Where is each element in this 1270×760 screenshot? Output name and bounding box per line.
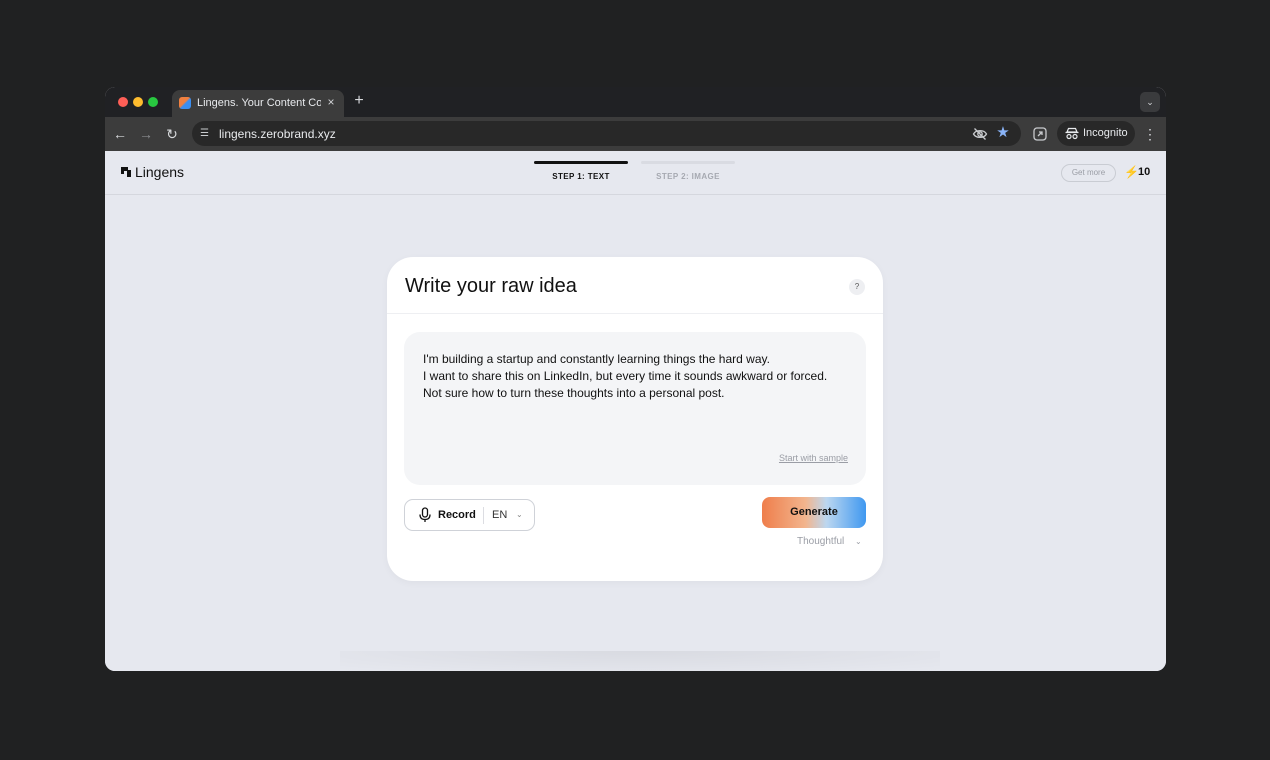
tab-title: Lingens. Your Content Copilot <box>197 97 321 109</box>
browser-toolbar: ← → ↻ ☰ lingens.zerobrand.xyz ★ Incognit… <box>105 117 1166 151</box>
tab-close-icon[interactable]: × <box>324 95 338 109</box>
divider <box>387 313 883 314</box>
step-progress-bar <box>641 161 735 164</box>
step-label: STEP 2: IMAGE <box>656 172 720 181</box>
tone-select[interactable]: Thoughtful <box>797 536 844 547</box>
step-progress-bar <box>534 161 628 164</box>
record-control[interactable]: Record EN ⌄ <box>404 499 535 531</box>
lightning-bolt-icon: ⚡ <box>1124 165 1139 179</box>
bookmark-star-icon[interactable]: ★ <box>995 124 1011 142</box>
chevron-down-icon[interactable]: ⌄ <box>855 537 862 546</box>
close-window-button[interactable] <box>118 97 128 107</box>
chevron-down-icon[interactable]: ⌄ <box>516 510 523 519</box>
idea-textarea[interactable]: I'm building a startup and constantly le… <box>404 332 866 485</box>
back-arrow-icon[interactable]: ← <box>110 124 130 144</box>
tab-strip: Lingens. Your Content Copilot × + ⌄ <box>105 87 1166 117</box>
url-text: lingens.zerobrand.xyz <box>219 127 336 141</box>
microphone-icon <box>419 507 431 522</box>
record-button-label: Record <box>438 509 476 521</box>
maximize-window-button[interactable] <box>148 97 158 107</box>
app-page: Lingens STEP 1: TEXT STEP 2: IMAGE Get m… <box>105 151 1166 671</box>
idea-text: I'm building a startup and constantly le… <box>423 352 828 400</box>
lingens-favicon-icon <box>179 97 191 109</box>
eye-slash-icon[interactable] <box>972 126 988 142</box>
step-text[interactable]: STEP 1: TEXT <box>534 161 628 181</box>
app-header: Lingens STEP 1: TEXT STEP 2: IMAGE Get m… <box>105 151 1166 195</box>
browser-window: Lingens. Your Content Copilot × + ⌄ ← → … <box>105 87 1166 671</box>
credits-count: 10 <box>1138 166 1151 178</box>
generate-button[interactable]: Generate <box>762 497 866 528</box>
help-button[interactable]: ? <box>849 279 865 295</box>
card-title: Write your raw idea <box>405 275 577 297</box>
lingens-logo-icon <box>121 167 131 177</box>
start-with-sample-link[interactable]: Start with sample <box>779 453 848 463</box>
browser-menu-icon[interactable]: ⋮ <box>1143 124 1157 144</box>
idea-card: Write your raw idea ? I'm building a sta… <box>387 257 883 581</box>
get-more-button[interactable]: Get more <box>1061 164 1116 182</box>
step-label: STEP 1: TEXT <box>552 172 610 181</box>
incognito-indicator[interactable]: Incognito <box>1057 121 1135 146</box>
reload-icon[interactable]: ↻ <box>162 124 182 144</box>
separator <box>483 507 484 524</box>
site-settings-icon[interactable]: ☰ <box>197 126 212 141</box>
browser-tab[interactable]: Lingens. Your Content Copilot × <box>172 90 344 117</box>
extension-icon[interactable] <box>1032 126 1048 142</box>
language-select[interactable]: EN <box>492 509 507 521</box>
address-bar[interactable]: ☰ lingens.zerobrand.xyz ★ <box>192 121 1021 146</box>
forward-arrow-icon[interactable]: → <box>136 124 156 144</box>
tab-search-chevron-icon[interactable]: ⌄ <box>1140 92 1160 112</box>
minimize-window-button[interactable] <box>133 97 143 107</box>
incognito-icon <box>1065 127 1079 140</box>
logo-text: Lingens <box>135 164 185 180</box>
incognito-label: Incognito <box>1083 127 1128 139</box>
card-shadow <box>340 651 940 671</box>
step-image[interactable]: STEP 2: IMAGE <box>641 161 735 181</box>
new-tab-button[interactable]: + <box>351 92 367 110</box>
